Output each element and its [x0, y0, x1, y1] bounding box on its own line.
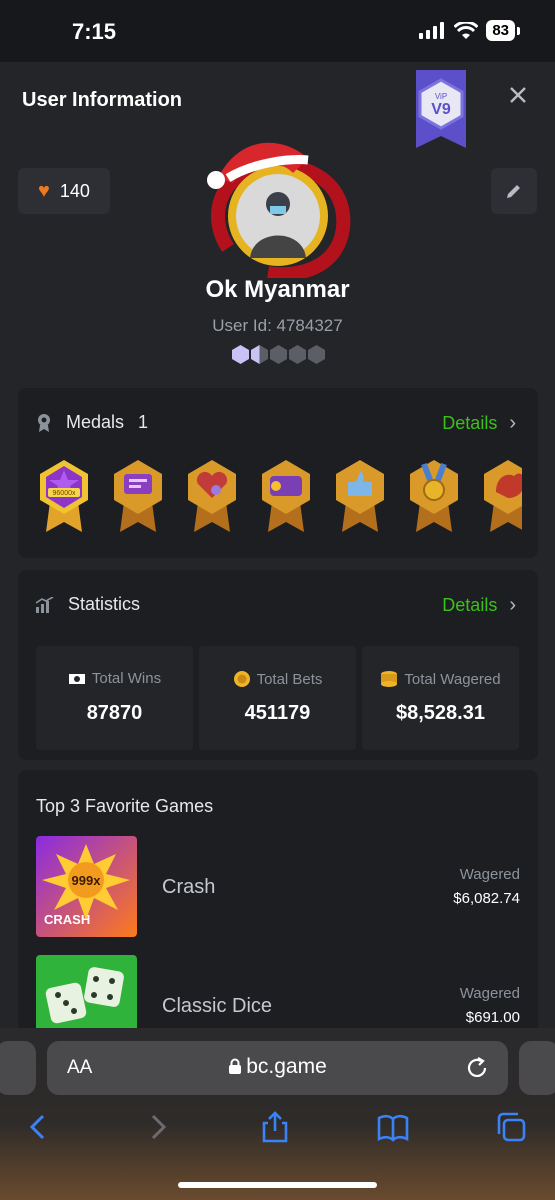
stat-value: 87870 — [86, 702, 143, 724]
likes-count: 140 — [59, 180, 90, 201]
stat-label: Total Bets — [256, 670, 323, 688]
page-title: User Information — [22, 89, 183, 111]
coin-icon — [233, 671, 250, 687]
previous-tab-pill[interactable] — [0, 1041, 36, 1095]
level-dot-icon — [232, 345, 249, 364]
heart-icon: ♥ — [38, 179, 50, 202]
close-button[interactable] — [504, 84, 532, 112]
crash-thumb-label: CRASH — [44, 912, 90, 927]
crash-thumb-multiplier: 999x — [72, 873, 102, 888]
forward-arrow-icon[interactable] — [141, 1110, 175, 1144]
medal-icon — [38, 413, 50, 432]
status-bar: 7:15 83 — [0, 0, 555, 62]
stat-total-bets: Total Bets 451179 — [199, 646, 356, 750]
medal-badge[interactable] — [184, 458, 240, 534]
stat-label: Total Wins — [91, 670, 162, 687]
stat-total-wins: Total Wins 87870 — [36, 646, 193, 750]
level-dot-icon — [289, 345, 306, 364]
statistics-details-link[interactable]: Details › — [442, 594, 516, 617]
level-dot-icon — [270, 345, 287, 364]
stat-total-wagered: Total Wagered $8,528.31 — [362, 646, 519, 750]
address-bar[interactable]: AA bc.game — [47, 1041, 508, 1095]
classic-dice-thumbnail[interactable] — [36, 955, 137, 1028]
browser-toolbar: AA bc.game — [0, 1028, 555, 1200]
level-progress — [232, 345, 325, 364]
medal-badge[interactable] — [406, 458, 462, 534]
vip-level-badge: ViP V9 — [416, 70, 466, 148]
stat-value: 451179 — [244, 702, 311, 724]
tabs-icon[interactable] — [494, 1110, 528, 1144]
close-icon — [510, 87, 526, 103]
bookmarks-icon[interactable] — [376, 1110, 410, 1144]
medals-count: 1 — [138, 412, 149, 432]
pencil-icon — [507, 185, 520, 198]
crash-game-thumbnail[interactable]: 999x CRASH — [36, 836, 137, 937]
user-info-panel: User Information ViP V9 ♥ 140 Ok Myanmar… — [0, 62, 555, 1028]
medal-badge[interactable] — [332, 458, 388, 534]
statistics-details-label: Details — [442, 595, 498, 615]
medal-badge-text: 96000x — [53, 490, 76, 497]
stat-label: Total Wagered — [404, 670, 501, 688]
game-name: Classic Dice — [162, 995, 273, 1017]
url-text: bc.game — [246, 1055, 327, 1078]
statistics-label: Statistics — [68, 594, 141, 614]
medals-details-label: Details — [442, 413, 498, 433]
vip-small-label: ViP — [435, 92, 447, 101]
bar-chart-icon — [36, 596, 54, 613]
medals-details-link[interactable]: Details › — [442, 412, 516, 435]
wifi-icon — [454, 21, 479, 39]
medals-row[interactable]: 96000x — [36, 458, 522, 538]
game-row-classic-dice[interactable]: Classic Dice Wagered $691.00 — [36, 955, 520, 1028]
home-indicator — [178, 1182, 377, 1188]
status-time: 7:15 — [72, 19, 117, 44]
username: Ok Myanmar — [205, 276, 350, 303]
status-icons: 83 — [418, 20, 520, 41]
user-id: User Id: 4784327 — [212, 316, 343, 335]
wager-value: $691.00 — [465, 1009, 520, 1026]
likes-button[interactable]: ♥ 140 — [18, 168, 110, 214]
medals-label: Medals — [66, 412, 125, 432]
medal-badge[interactable] — [480, 458, 522, 534]
medal-badge[interactable]: 96000x — [36, 458, 92, 534]
medal-badge[interactable] — [110, 458, 166, 534]
wager-label: Wagered — [459, 985, 520, 1002]
battery-indicator: 83 — [486, 20, 520, 41]
reload-icon[interactable] — [464, 1055, 490, 1081]
statistics-card: Statistics Details › Total Wins 87870 To… — [18, 570, 538, 760]
browser-nav-bar — [0, 1110, 555, 1150]
stat-value: $8,528.31 — [396, 702, 485, 724]
lock-icon — [229, 1058, 242, 1074]
level-dot-icon — [308, 345, 325, 364]
chevron-right-icon: › — [509, 412, 516, 434]
wager-value: $6,082.74 — [453, 890, 520, 907]
medals-card: Medals 1 Details › 96000x — [18, 388, 538, 558]
chevron-right-icon: › — [509, 594, 516, 616]
favorite-games-title: Top 3 Favorite Games — [36, 796, 214, 816]
level-dot-icon — [251, 345, 268, 364]
vip-level-label: V9 — [431, 101, 451, 118]
wager-label: Wagered — [459, 866, 520, 883]
favorite-games-card: Top 3 Favorite Games 999x CRASH Crash Wa… — [18, 770, 538, 1028]
medal-badge[interactable] — [258, 458, 314, 534]
back-arrow-icon[interactable] — [21, 1110, 55, 1144]
next-tab-pill[interactable] — [519, 1041, 555, 1095]
avatar[interactable] — [198, 138, 358, 278]
game-row-crash[interactable]: 999x CRASH Crash Wagered $6,082.74 — [36, 836, 520, 938]
trophy-ticket-icon — [68, 673, 85, 684]
edit-profile-button[interactable] — [491, 168, 537, 214]
game-name: Crash — [162, 876, 216, 898]
coin-stack-icon — [381, 671, 398, 687]
cellular-signal-icon — [419, 21, 445, 39]
share-icon[interactable] — [258, 1110, 292, 1144]
